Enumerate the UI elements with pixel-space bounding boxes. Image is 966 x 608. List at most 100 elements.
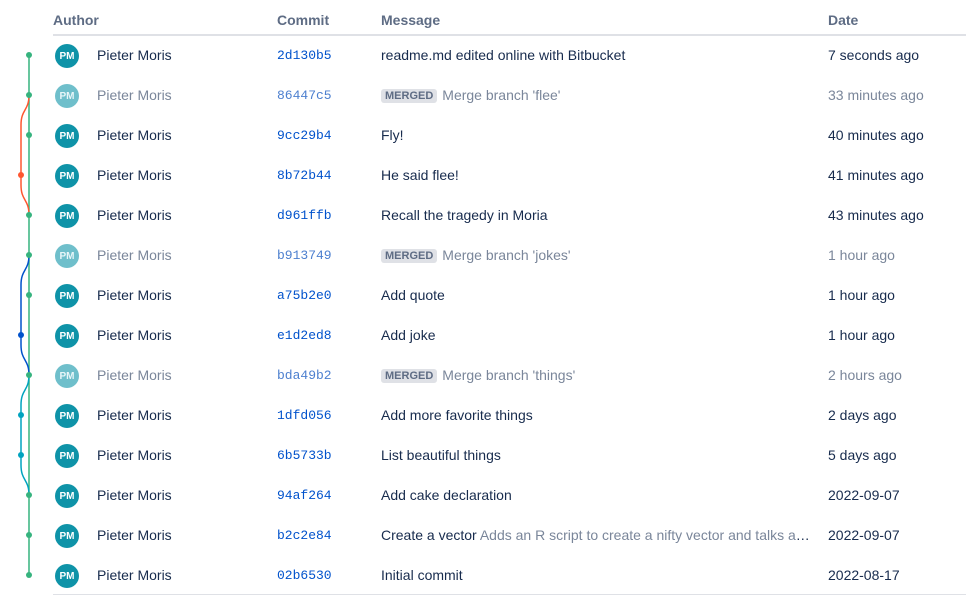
commit-row[interactable]: PM Pieter Moris 1dfd056 Add more favorite t… — [53, 396, 966, 436]
commit-message[interactable]: Create a vector Adds an R script to crea… — [381, 527, 813, 543]
commit-node — [26, 372, 32, 378]
commit-row[interactable]: PM Pieter Moris b913749 MERGED Merge branch … — [53, 236, 966, 276]
author-name: Pieter Moris — [97, 567, 172, 583]
commit-row[interactable]: PM Pieter Moris a75b2e0 Add quote 1 hour ago — [53, 276, 966, 316]
table-header: Author Commit Message Date — [53, 0, 966, 36]
author-avatar[interactable]: PM — [55, 244, 79, 268]
commit-hash-link[interactable]: 94af264 — [277, 488, 332, 503]
author-avatar[interactable]: PM — [55, 164, 79, 188]
author-name: Pieter Moris — [97, 207, 172, 223]
commit-row[interactable]: PM Pieter Moris bda49b2 MERGED Merge branch … — [53, 356, 966, 396]
message-column-header[interactable]: Message — [381, 12, 440, 28]
commit-hash-link[interactable]: e1d2ed8 — [277, 328, 332, 343]
author-avatar[interactable]: PM — [55, 84, 79, 108]
commit-node — [18, 452, 24, 458]
commit-message[interactable]: Add more favorite things — [381, 407, 813, 423]
commit-message[interactable]: MERGED Merge branch 'flee' — [381, 87, 813, 103]
commit-date: 2022-09-07 — [828, 527, 900, 543]
author-avatar[interactable]: PM — [55, 324, 79, 348]
commit-hash-link[interactable]: a75b2e0 — [277, 288, 332, 303]
merged-badge: MERGED — [381, 89, 438, 103]
commit-date: 1 hour ago — [828, 247, 895, 263]
commit-message[interactable]: Fly! — [381, 127, 813, 143]
merged-badge: MERGED — [381, 249, 438, 263]
commit-message-text: Merge branch 'jokes' — [442, 247, 571, 263]
commit-row[interactable]: PM Pieter Moris 94af264 Add cake declaratio… — [53, 476, 966, 516]
author-avatar[interactable]: PM — [55, 524, 79, 548]
author-avatar[interactable]: PM — [55, 204, 79, 228]
merged-badge: MERGED — [381, 369, 438, 383]
commit-node — [18, 172, 24, 178]
commit-node — [26, 52, 32, 58]
author-name: Pieter Moris — [97, 167, 172, 183]
author-avatar[interactable]: PM — [55, 44, 79, 68]
commit-message-text: Create a vector — [381, 527, 477, 543]
commit-hash-link[interactable]: b2c2e84 — [277, 528, 332, 543]
commit-message[interactable]: MERGED Merge branch 'things' — [381, 367, 813, 383]
commit-message-text: Merge branch 'things' — [442, 367, 576, 383]
commit-hash-link[interactable]: 2d130b5 — [277, 48, 332, 63]
commit-message-text: Recall the tragedy in Moria — [381, 207, 548, 223]
author-avatar[interactable]: PM — [55, 444, 79, 468]
commit-description: Adds an R script to create a nifty vecto… — [479, 527, 813, 543]
commit-row[interactable]: PM Pieter Moris 6b5733b List beautiful thin… — [53, 436, 966, 476]
commit-row[interactable]: PM Pieter Moris 8b72b44 He said flee! 41 min… — [53, 156, 966, 196]
commit-date: 33 minutes ago — [828, 87, 924, 103]
author-avatar[interactable]: PM — [55, 364, 79, 388]
commit-row[interactable]: PM Pieter Moris 2d130b5 readme.md edited on… — [53, 36, 966, 76]
commit-message-text: Initial commit — [381, 567, 463, 583]
date-column-header[interactable]: Date — [828, 12, 858, 28]
commit-date: 2 days ago — [828, 407, 897, 423]
author-name: Pieter Moris — [97, 327, 172, 343]
commit-message-text: He said flee! — [381, 167, 459, 183]
commit-node — [26, 492, 32, 498]
commit-hash-link[interactable]: bda49b2 — [277, 368, 332, 383]
commit-hash-link[interactable]: 8b72b44 — [277, 168, 332, 183]
commit-date: 5 days ago — [828, 447, 897, 463]
commit-row[interactable]: PM Pieter Moris e1d2ed8 Add joke 1 hour ago — [53, 316, 966, 356]
author-avatar[interactable]: PM — [55, 564, 79, 588]
commit-message[interactable]: MERGED Merge branch 'jokes' — [381, 247, 813, 263]
author-avatar[interactable]: PM — [55, 484, 79, 508]
commit-hash-link[interactable]: 86447c5 — [277, 88, 332, 103]
commit-graph — [18, 52, 32, 578]
graph-branch-line — [20, 254, 30, 376]
author-name: Pieter Moris — [97, 367, 172, 383]
commit-node — [26, 252, 32, 258]
commit-row[interactable]: PM Pieter Moris d961ffb Recall the tragedy … — [53, 196, 966, 236]
author-avatar[interactable]: PM — [55, 124, 79, 148]
commit-row[interactable]: PM Pieter Moris 86447c5 MERGED Merge branch … — [53, 76, 966, 116]
commit-hash-link[interactable]: b913749 — [277, 248, 332, 263]
author-column-header[interactable]: Author — [53, 12, 99, 28]
commit-date: 2022-08-17 — [828, 567, 900, 583]
commit-message[interactable]: Add joke — [381, 327, 813, 343]
author-name: Pieter Moris — [97, 527, 172, 543]
commit-message[interactable]: Add cake declaration — [381, 487, 813, 503]
commit-row[interactable]: PM Pieter Moris b2c2e84 Create a vector Add… — [53, 516, 966, 556]
commit-message[interactable]: List beautiful things — [381, 447, 813, 463]
author-avatar[interactable]: PM — [55, 404, 79, 428]
author-avatar[interactable]: PM — [55, 284, 79, 308]
commit-node — [26, 532, 32, 538]
author-name: Pieter Moris — [97, 487, 172, 503]
commit-message[interactable]: readme.md edited online with Bitbucket — [381, 47, 813, 63]
commit-hash-link[interactable]: 02b6530 — [277, 568, 332, 583]
commit-node — [26, 92, 32, 98]
commit-message-text: Fly! — [381, 127, 404, 143]
commit-message[interactable]: He said flee! — [381, 167, 813, 183]
commit-message[interactable]: Recall the tragedy in Moria — [381, 207, 813, 223]
commit-column-header[interactable]: Commit — [277, 12, 329, 28]
commit-message[interactable]: Add quote — [381, 287, 813, 303]
commit-date: 2 hours ago — [828, 367, 902, 383]
commit-hash-link[interactable]: d961ffb — [277, 208, 332, 223]
commit-hash-link[interactable]: 9cc29b4 — [277, 128, 332, 143]
commit-message[interactable]: Initial commit — [381, 567, 813, 583]
commit-row[interactable]: PM Pieter Moris 02b6530 Initial commit 2022-… — [53, 556, 966, 596]
commit-row[interactable]: PM Pieter Moris 9cc29b4 Fly! 40 minutes ago — [53, 116, 966, 156]
author-name: Pieter Moris — [97, 127, 172, 143]
commit-hash-link[interactable]: 6b5733b — [277, 448, 332, 463]
commit-hash-link[interactable]: 1dfd056 — [277, 408, 332, 423]
commit-node — [26, 132, 32, 138]
author-name: Pieter Moris — [97, 47, 172, 63]
author-name: Pieter Moris — [97, 287, 172, 303]
